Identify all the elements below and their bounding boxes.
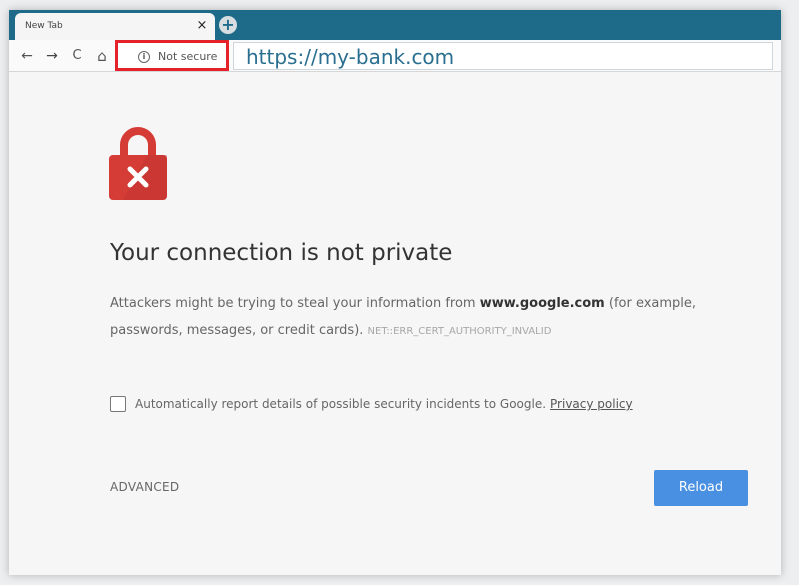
plus-icon: + xyxy=(221,15,235,34)
url-text: https://my-bank.com xyxy=(246,45,455,69)
not-secure-label: Not secure xyxy=(158,50,218,63)
new-tab-button[interactable]: + xyxy=(219,16,237,34)
error-code: NET::ERR_CERT_AUTHORITY_INVALID xyxy=(367,326,552,337)
checkbox-label: Automatically report details of possible… xyxy=(135,397,547,411)
error-page: Your connection is not private Attackers… xyxy=(9,72,781,575)
security-indicator[interactable]: i Not secure xyxy=(115,40,229,71)
tab-strip: New Tab × + xyxy=(9,10,781,40)
description-domain: www.google.com xyxy=(479,296,605,311)
back-arrow-icon[interactable]: ← xyxy=(17,46,37,66)
lock-error-icon xyxy=(109,127,167,200)
error-description: Attackers might be trying to steal your … xyxy=(110,290,710,345)
reload-icon[interactable]: C xyxy=(67,46,87,66)
advanced-button[interactable]: ADVANCED xyxy=(110,480,179,494)
browser-window: New Tab × + ← → C ⌂ i Not secure https:/… xyxy=(9,10,781,575)
address-bar[interactable]: https://my-bank.com xyxy=(233,42,773,70)
privacy-policy-link[interactable]: Privacy policy xyxy=(550,397,633,411)
home-icon[interactable]: ⌂ xyxy=(92,46,112,66)
tab-title: New Tab xyxy=(25,21,63,31)
close-icon[interactable]: × xyxy=(195,19,209,33)
tab-new-tab[interactable]: New Tab × xyxy=(15,13,215,40)
report-checkbox[interactable] xyxy=(110,396,126,412)
page-title: Your connection is not private xyxy=(110,240,453,266)
toolbar: ← → C ⌂ i Not secure https://my-bank.com xyxy=(9,40,781,72)
report-option: Automatically report details of possible… xyxy=(110,394,633,414)
forward-arrow-icon[interactable]: → xyxy=(42,46,62,66)
reload-button[interactable]: Reload xyxy=(654,470,748,506)
info-icon: i xyxy=(138,51,150,63)
description-prefix: Attackers might be trying to steal your … xyxy=(110,296,480,311)
